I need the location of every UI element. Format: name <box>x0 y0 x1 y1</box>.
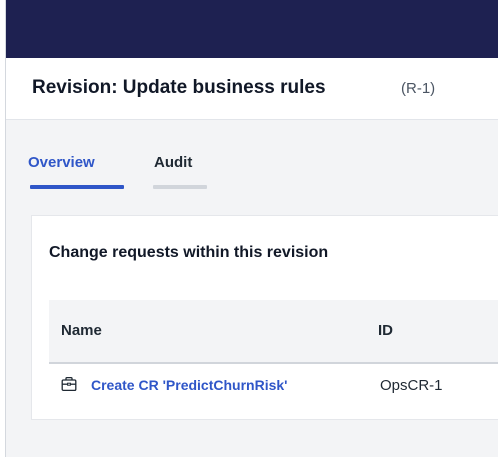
briefcase-icon <box>61 376 77 392</box>
change-request-link[interactable]: Create CR 'PredictChurnRisk' <box>91 377 288 393</box>
tab-overview-indicator <box>30 185 124 189</box>
page-header: Revision: Update business rules (R-1) <box>6 58 498 120</box>
change-requests-card: Change requests within this revision Nam… <box>31 215 498 420</box>
table-header: Name ID <box>49 300 498 364</box>
change-request-id: OpsCR-1 <box>380 377 443 394</box>
page-title: Revision: Update business rules <box>32 77 326 98</box>
top-navigation-bar <box>6 0 498 58</box>
table-row: Create CR 'PredictChurnRisk' OpsCR-1 <box>49 364 498 414</box>
tab-overview[interactable]: Overview <box>28 154 95 171</box>
column-header-name[interactable]: Name <box>61 322 102 339</box>
tab-audit-indicator <box>153 185 207 189</box>
column-header-id[interactable]: ID <box>378 322 393 339</box>
page-id: (R-1) <box>401 80 436 97</box>
card-title: Change requests within this revision <box>49 244 329 261</box>
tab-audit[interactable]: Audit <box>154 154 192 171</box>
